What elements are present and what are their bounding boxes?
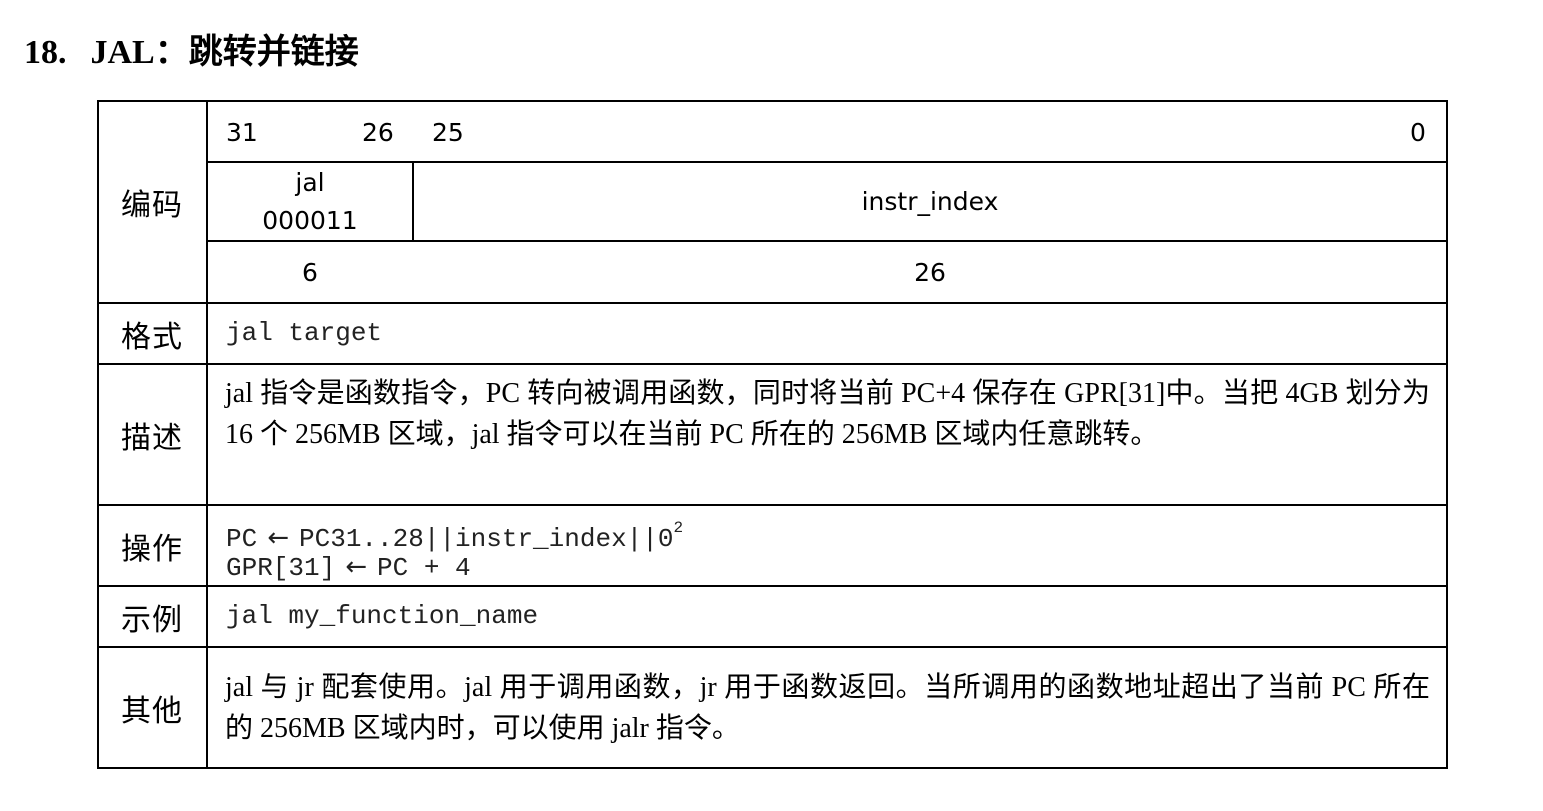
- opcode-width: 6: [302, 258, 318, 287]
- encoding-label: 编码: [121, 188, 183, 223]
- operation-1-superscript: 2: [673, 519, 684, 537]
- section-title: JAL：跳转并链接: [90, 34, 359, 71]
- operand-width: 26: [914, 258, 946, 287]
- example-code: jal my_function_name: [226, 601, 539, 631]
- operation-2-src: PC + 4: [377, 553, 471, 583]
- operation-line-2: GPR[31] ← PC + 4: [226, 547, 471, 588]
- left-arrow-icon: ←: [345, 552, 368, 582]
- bit-0-label: 0: [1410, 118, 1426, 147]
- example-label: 示例: [121, 602, 183, 638]
- bit-26-label: 26: [362, 118, 394, 147]
- opcode-mnemonic: jal: [295, 168, 325, 197]
- operation-label: 操作: [121, 531, 183, 567]
- section-number: 18.: [24, 34, 67, 71]
- format-syntax: jal target: [226, 318, 383, 348]
- operation-2-dest: GPR[31]: [226, 553, 336, 583]
- bit-25-label: 25: [432, 118, 464, 147]
- section-heading: 18. JAL：跳转并链接: [24, 28, 359, 78]
- bit-31-label: 31: [226, 118, 258, 147]
- other-label: 其他: [121, 693, 183, 729]
- description-label: 描述: [121, 420, 183, 456]
- operand-field: instr_index: [861, 187, 999, 216]
- opcode-bits: 000011: [262, 206, 358, 235]
- description-text: jal 指令是函数指令，PC 转向被调用函数，同时将当前 PC+4 保存在 GP…: [225, 378, 1430, 450]
- format-label: 格式: [121, 319, 183, 355]
- other-text: jal 与 jr 配套使用。jal 用于调用函数，jr 用于函数返回。当所调用的…: [225, 672, 1430, 744]
